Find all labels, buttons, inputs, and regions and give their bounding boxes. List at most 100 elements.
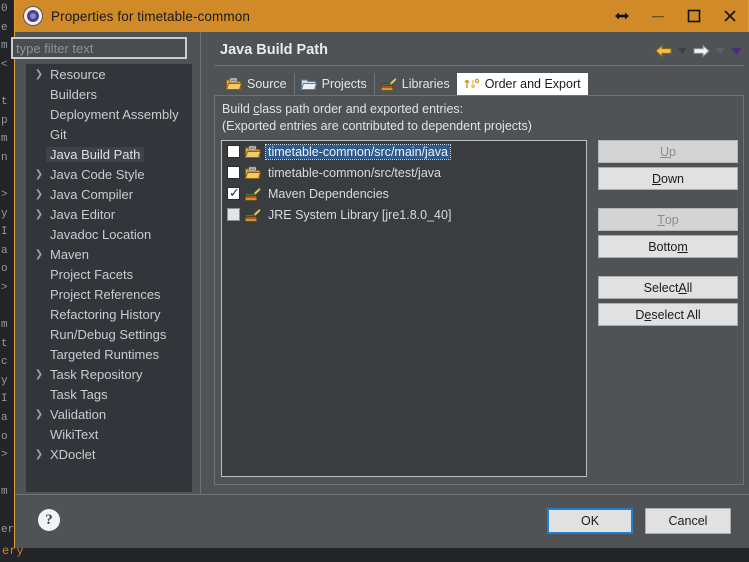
chevron-right-icon[interactable]: ❯ — [32, 369, 46, 380]
maximize-icon[interactable] — [676, 0, 712, 32]
search-input[interactable] — [13, 39, 185, 57]
sidebar-item-java-code-style[interactable]: ❯ Java Code Style — [26, 164, 192, 184]
sidebar-item-resource[interactable]: ❯ Resource — [26, 64, 192, 84]
sidebar-item-validation[interactable]: ❯ Validation — [26, 404, 192, 424]
settings-tree[interactable]: ❯Resource❯Builders❯Deployment Assembly❯G… — [26, 64, 192, 492]
dialog-body: ❯Resource❯Builders❯Deployment Assembly❯G… — [11, 32, 749, 494]
chevron-down-icon[interactable] — [675, 41, 689, 61]
sidebar-item-refactoring-history[interactable]: ❯Refactoring History — [26, 304, 192, 324]
classpath-entry-label: timetable-common/src/test/java — [268, 165, 441, 180]
help-question-icon[interactable]: ? — [38, 509, 60, 531]
arrow-left-icon[interactable] — [653, 41, 673, 61]
sidebar-item-label: Run/Debug Settings — [50, 326, 167, 342]
cancel-button[interactable]: Cancel — [645, 508, 731, 534]
button-group-gap — [598, 194, 738, 208]
order-buttons-column: Up Down Top Botto m Select All De select All — [598, 140, 738, 330]
tab-label: Projects — [321, 77, 367, 91]
sidebar-item-javadoc-location[interactable]: ❯Javadoc Location — [26, 224, 192, 244]
sidebar-item-targeted-runtimes[interactable]: ❯Targeted Runtimes — [26, 344, 192, 364]
sidebar-item-label: Project References — [50, 286, 161, 302]
tab-label: Source — [247, 77, 287, 91]
classpath-entry-row[interactable]: JRE System Library [jre1.8.0_40] — [222, 204, 586, 225]
sidebar-item-label: Java Code Style — [50, 166, 145, 182]
sidebar-item-git[interactable]: ❯Git — [26, 124, 192, 144]
settings-nav-pane: ❯Resource❯Builders❯Deployment Assembly❯G… — [11, 32, 192, 494]
background-gutter-text: 0 e m < t p m n > y I a o > m t c y I a … — [1, 3, 15, 536]
close-icon[interactable] — [712, 0, 748, 32]
sidebar-item-label: Validation — [50, 406, 107, 422]
export-checkbox[interactable] — [227, 145, 240, 158]
sidebar-item-project-facets[interactable]: ❯Project Facets — [26, 264, 192, 284]
sidebar-item-deployment-assembly[interactable]: ❯Deployment Assembly — [26, 104, 192, 124]
button-label-mnemonic: T — [657, 212, 665, 227]
pane-sash[interactable] — [198, 32, 206, 494]
source-folder-icon — [244, 166, 262, 180]
classpath-entry-label: JRE System Library [jre1.8.0_40] — [268, 207, 452, 222]
chevron-down-icon-more[interactable] — [729, 41, 743, 61]
select-all-button[interactable]: Select All — [598, 276, 738, 299]
tab-label: Libraries — [401, 77, 450, 91]
libraries-books-icon — [380, 77, 397, 91]
sidebar-item-java-build-path[interactable]: ❯Java Build Path — [26, 144, 192, 164]
export-checkbox[interactable] — [227, 166, 240, 179]
classpath-entry-row[interactable]: timetable-common/src/main/java — [222, 141, 586, 162]
chevron-right-icon[interactable]: ❯ — [32, 169, 46, 180]
export-checkbox[interactable]: ✓ — [227, 185, 240, 200]
sidebar-item-label: WikiText — [50, 426, 99, 442]
sidebar-item-label: Java Editor — [50, 206, 116, 222]
chevron-right-icon[interactable]: ❯ — [32, 409, 46, 420]
classpath-entry-list[interactable]: timetable-common/src/main/java timetable-… — [221, 140, 587, 477]
button-label-pre: Botto — [648, 239, 678, 254]
sidebar-item-java-editor[interactable]: ❯ Java Editor — [26, 204, 192, 224]
tab-projects[interactable]: Projects — [293, 73, 374, 95]
tab-label: Order and Export — [484, 77, 581, 91]
sidebar-item-run-debug-settings[interactable]: ❯Run/Debug Settings — [26, 324, 192, 344]
tab-source[interactable]: Source — [220, 73, 294, 95]
page-title: Java Build Path — [220, 42, 328, 58]
sidebar-item-xdoclet[interactable]: ❯ XDoclet — [26, 444, 192, 464]
chevron-right-icon[interactable]: ❯ — [32, 449, 46, 460]
chevron-right-icon[interactable]: ❯ — [32, 189, 46, 200]
down-button[interactable]: Down — [598, 167, 738, 190]
export-checkbox[interactable] — [227, 208, 240, 221]
button-label-mnemonic: U — [660, 144, 670, 159]
chevron-down-icon-disabled — [713, 41, 727, 61]
page-divider — [214, 65, 744, 66]
filter-field-wrapper[interactable] — [11, 37, 187, 59]
sidebar-item-maven[interactable]: ❯ Maven — [26, 244, 192, 264]
dialog-titlebar[interactable]: Properties for timetable-common — [15, 0, 748, 32]
classpath-entry-row[interactable]: ✓ Maven Dependencies — [222, 183, 586, 204]
sidebar-item-wikitext[interactable]: ❯WikiText — [26, 424, 192, 444]
minimize-icon[interactable] — [640, 0, 676, 32]
source-folder-icon — [225, 77, 243, 91]
chevron-right-icon[interactable]: ❯ — [32, 69, 46, 80]
sidebar-item-project-references[interactable]: ❯Project References — [26, 284, 192, 304]
chevron-right-icon[interactable]: ❯ — [32, 249, 46, 260]
bottom-button[interactable]: Botto m — [598, 235, 738, 258]
tab-order-and-export[interactable]: Order and Export — [456, 73, 588, 95]
sidebar-item-label: Targeted Runtimes — [50, 346, 160, 362]
up-button: Up — [598, 140, 738, 163]
ok-button[interactable]: OK — [547, 508, 633, 534]
description-line-1: Build class path order and exported entr… — [222, 102, 463, 116]
resize-horizontal-icon[interactable] — [604, 0, 640, 32]
description-line-2: (Exported entries are contributed to dep… — [222, 119, 532, 133]
tab-libraries[interactable]: Libraries — [373, 73, 457, 95]
sidebar-item-java-compiler[interactable]: ❯ Java Compiler — [26, 184, 192, 204]
chevron-right-icon[interactable]: ❯ — [32, 209, 46, 220]
sidebar-item-builders[interactable]: ❯Builders — [26, 84, 192, 104]
sidebar-item-label: Git — [50, 126, 67, 142]
sidebar-item-task-tags[interactable]: ❯Task Tags — [26, 384, 192, 404]
arrow-right-icon[interactable] — [691, 41, 711, 61]
dialog-title: Properties for timetable-common — [51, 8, 250, 24]
page-navigation — [653, 41, 743, 61]
button-label-mnemonic: e — [644, 307, 652, 322]
check-icon: ✓ — [229, 185, 240, 200]
button-label-post: ll — [686, 280, 693, 295]
deselect-all-button[interactable]: De select All — [598, 303, 738, 326]
sidebar-item-task-repository[interactable]: ❯ Task Repository — [26, 364, 192, 384]
sidebar-item-label: Builders — [50, 86, 97, 102]
classpath-entry-row[interactable]: timetable-common/src/test/java — [222, 162, 586, 183]
properties-dialog: Properties for timetable-common type fil… — [11, 0, 749, 548]
sidebar-item-label: Maven — [50, 246, 90, 262]
